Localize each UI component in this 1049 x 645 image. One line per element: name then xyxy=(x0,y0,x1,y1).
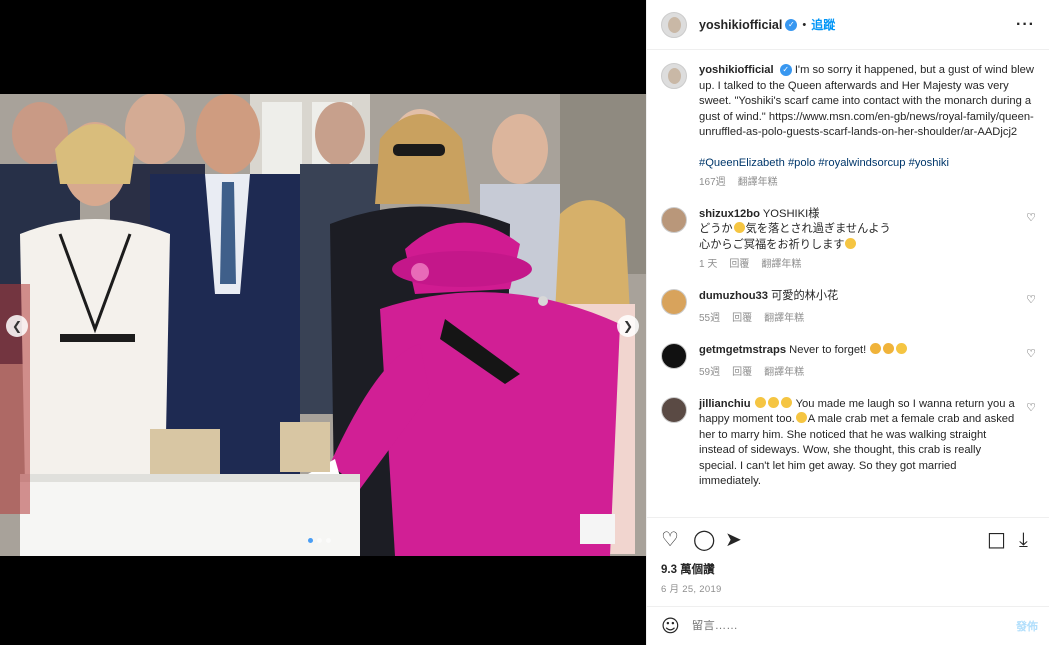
comment-text: Never to forget! xyxy=(789,343,867,356)
comment-text: 気を落とされ過ぎませんよう xyxy=(745,223,891,235)
post-header: yoshikiofficial ✓ • 追蹤 ··· xyxy=(647,0,1049,50)
download-icon[interactable]: ⤓ xyxy=(1019,528,1028,550)
comment-meta: 55週 回覆 翻譯年糕 xyxy=(699,311,1019,327)
comment-item: jillianchiu You made me laugh so I wanna… xyxy=(661,396,1036,490)
caption-username[interactable]: yoshikiofficial xyxy=(699,64,774,76)
comment-body: dumuzhou33 可愛的林小花 55週 回覆 翻譯年糕 xyxy=(699,289,1019,327)
carousel-indicator xyxy=(308,538,331,543)
comment-body: jillianchiu You made me laugh so I wanna… xyxy=(699,396,1019,490)
comment-username[interactable]: shizux12bo xyxy=(699,208,760,220)
comment-body: shizux12bo YOSHIKI様 どうか 気を落とされ過ぎませんよう 心から… xyxy=(699,207,1019,273)
comment-icon[interactable]: ◯ xyxy=(693,528,715,550)
post-panel: yoshikiofficial ✓ • 追蹤 ··· yoshikioffici… xyxy=(646,0,1049,645)
comment-input[interactable] xyxy=(691,620,982,632)
post-username[interactable]: yoshikiofficial xyxy=(699,18,782,32)
share-icon[interactable]: ➤ xyxy=(725,528,742,550)
laughing-emoji-icon xyxy=(780,396,792,408)
grinning-emoji-icon xyxy=(795,412,807,423)
comment-item: dumuzhou33 可愛的林小花 55週 回覆 翻譯年糕 ♡ xyxy=(661,288,1036,327)
action-bar: ♡ ◯ ➤ □ ⤓ xyxy=(647,517,1049,561)
comment-time: 59週 xyxy=(699,367,721,378)
comment-like-heart-icon[interactable]: ♡ xyxy=(1026,347,1036,360)
post-date: 6 月 25, 2019 xyxy=(661,584,722,595)
avatar[interactable] xyxy=(661,342,687,369)
reply-link[interactable]: 回覆 xyxy=(732,367,752,378)
comment-meta: 1 天回覆 翻譯年糕 xyxy=(699,257,1019,273)
more-options-icon[interactable]: ··· xyxy=(1016,16,1035,34)
comment-time: 55週 xyxy=(699,313,721,324)
caption-time: 167週 xyxy=(699,177,726,188)
laughing-emoji-icon xyxy=(896,342,908,354)
verified-badge-icon: ✓ xyxy=(785,18,798,31)
avatar[interactable] xyxy=(661,396,687,423)
comment-username[interactable]: getmgetmstraps xyxy=(699,344,786,356)
shocked-emoji-icon xyxy=(883,342,895,354)
translate-link[interactable]: 翻譯年糕 xyxy=(761,259,801,270)
translate-link[interactable]: 翻譯年糕 xyxy=(738,177,778,188)
reply-link[interactable]: 回覆 xyxy=(732,313,752,324)
carousel-dot xyxy=(308,538,313,543)
heart-icon[interactable]: ♡ xyxy=(661,528,679,550)
crying-emoji-icon xyxy=(733,222,745,233)
comment-time: 1 天 xyxy=(699,259,718,270)
emoji-icon[interactable]: ☺ xyxy=(661,616,680,637)
avatar[interactable] xyxy=(661,206,687,233)
shocked-emoji-icon xyxy=(870,342,882,354)
reply-link[interactable]: 回覆 xyxy=(729,259,749,270)
comment-text: YOSHIKI様 xyxy=(762,207,820,220)
praying-hands-emoji-icon xyxy=(845,237,857,249)
post-media: ❮ ❯ xyxy=(0,0,646,645)
comment-item: shizux12bo YOSHIKI様 どうか 気を落とされ過ぎませんよう 心から… xyxy=(661,206,1036,273)
avatar[interactable] xyxy=(661,63,687,89)
laughing-emoji-icon xyxy=(767,396,779,408)
comment-body: getmgetmstraps Never to forget! 59週 回覆 翻譯年… xyxy=(699,342,1019,381)
comment-like-heart-icon[interactable]: ♡ xyxy=(1026,211,1036,224)
post-photo[interactable] xyxy=(0,94,646,556)
comment-text: どうか xyxy=(699,223,733,235)
caption-meta: 167週 翻譯年糕 xyxy=(699,175,1036,191)
comments-list[interactable]: yoshikiofficial ✓ I'm so sorry it happen… xyxy=(647,51,1049,517)
comment-meta: 59週 回覆 翻譯年糕 xyxy=(699,365,1019,381)
laughing-emoji-icon xyxy=(754,396,766,408)
follow-button[interactable]: 追蹤 xyxy=(811,16,835,33)
comment-like-heart-icon[interactable]: ♡ xyxy=(1026,293,1036,306)
comment-text: 心からご冥福をお祈りします xyxy=(699,238,845,251)
caption-hashtags[interactable]: #QueenElizabeth #polo #royalwindsorcup #… xyxy=(699,156,1036,172)
carousel-dot xyxy=(326,538,331,543)
comment-username[interactable]: dumuzhou33 xyxy=(699,290,768,302)
chevron-left-icon[interactable]: ❮ xyxy=(6,315,28,337)
photo-illustration xyxy=(0,94,646,556)
verified-badge-icon: ✓ xyxy=(779,64,792,77)
carousel-dot xyxy=(317,538,322,543)
translate-link[interactable]: 翻譯年糕 xyxy=(764,313,804,324)
comment-username[interactable]: jillianchiu xyxy=(699,398,751,410)
comment-composer: ☺ 發佈 xyxy=(647,606,1049,645)
bookmark-icon[interactable]: □ xyxy=(987,528,1006,550)
comment-like-heart-icon[interactable]: ♡ xyxy=(1026,401,1036,414)
avatar[interactable] xyxy=(661,288,687,315)
chevron-right-icon[interactable]: ❯ xyxy=(617,315,639,337)
comment-item: getmgetmstraps Never to forget! 59週 回覆 翻譯年… xyxy=(661,342,1036,381)
avatar[interactable] xyxy=(661,11,687,38)
comment-text: 可愛的林小花 xyxy=(771,289,839,302)
caption: yoshikiofficial ✓ I'm so sorry it happen… xyxy=(661,63,1036,191)
post-comment-button[interactable]: 發佈 xyxy=(1016,618,1038,634)
likes-count[interactable]: 9.3 萬個讚 xyxy=(661,561,715,577)
caption-body: yoshikiofficial ✓ I'm so sorry it happen… xyxy=(699,63,1036,191)
translate-link[interactable]: 翻譯年糕 xyxy=(764,367,804,378)
separator: • xyxy=(802,18,807,31)
